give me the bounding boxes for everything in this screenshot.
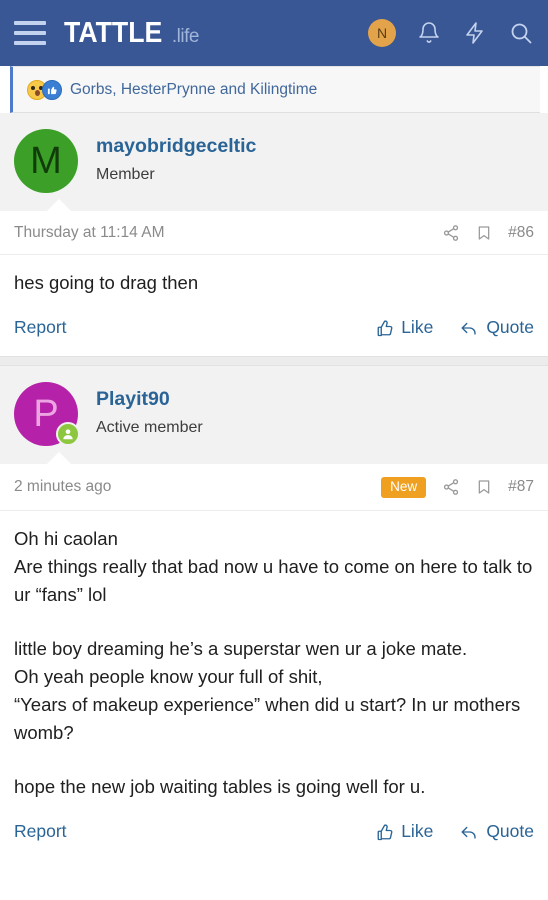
share-icon[interactable] (442, 224, 460, 242)
like-button[interactable]: Like (376, 317, 433, 338)
reaction-emoji-group (27, 79, 62, 100)
new-badge[interactable]: New (381, 477, 427, 498)
speech-notch (46, 199, 72, 212)
post-paragraph: Are things really that bad now u have to… (14, 555, 533, 605)
poster-username[interactable]: mayobridgeceltic (96, 135, 256, 158)
post-paragraph: Oh yeah people know your full of shit, (14, 666, 323, 688)
thumbs-up-emoji (42, 79, 62, 100)
post-paragraph: hope the new job waiting tables is going… (14, 776, 426, 798)
post-timestamp[interactable]: Thursday at 11:14 AM (14, 224, 165, 242)
bookmark-icon[interactable] (476, 478, 492, 496)
post-87: P Playit90 Active member 2 minutes ago N… (0, 366, 548, 861)
avatar-wrapper: P (14, 382, 80, 447)
top-navbar: TATTLE .life N (0, 0, 548, 66)
post-meta-row: 2 minutes ago New #87 (0, 464, 548, 511)
post-body: Oh hi caolan Are things really that bad … (0, 511, 548, 808)
navbar-actions: N (368, 19, 534, 47)
post-meta-actions: #86 (442, 224, 534, 242)
report-button[interactable]: Report (14, 317, 67, 338)
like-button[interactable]: Like (376, 821, 433, 842)
post-header: M mayobridgeceltic Member (0, 113, 548, 212)
poster-username[interactable]: Playit90 (96, 388, 170, 411)
post-body: hes going to drag then (0, 255, 548, 303)
hamburger-menu-icon[interactable] (14, 21, 46, 45)
post-footer: Report Like Quote (0, 303, 548, 356)
brand-name: TATTLE (64, 16, 163, 49)
post-paragraph: Oh hi caolan (14, 527, 118, 549)
site-logo[interactable]: TATTLE .life (64, 17, 199, 50)
post-separator (0, 356, 548, 367)
post-timestamp[interactable]: 2 minutes ago (14, 478, 111, 496)
quote-button[interactable]: Quote (459, 821, 534, 842)
post-paragraph: “Years of makeup experience” when did u … (14, 694, 521, 744)
bookmark-icon[interactable] (476, 224, 492, 242)
like-label: Like (401, 317, 434, 338)
lightning-bolt-icon[interactable] (462, 20, 488, 46)
post-meta-actions: New #87 (381, 477, 534, 498)
post-number[interactable]: #87 (508, 478, 534, 496)
post-86: M mayobridgeceltic Member Thursday at 11… (0, 113, 548, 357)
poster-meta: Playit90 Active member (96, 382, 203, 437)
report-button[interactable]: Report (14, 821, 67, 842)
reaction-strip: Gorbs, HesterPrynne and Kilingtime (10, 66, 540, 113)
post-paragraph: hes going to drag then (14, 272, 199, 293)
avatar[interactable]: N (368, 19, 396, 47)
quote-label: Quote (486, 821, 534, 842)
post-meta-row: Thursday at 11:14 AM #86 (0, 211, 548, 255)
post-footer: Report Like Quote (0, 807, 548, 860)
post-paragraph: little boy dreaming he’s a superstar wen… (14, 637, 468, 659)
speech-notch (46, 452, 72, 466)
like-label: Like (401, 821, 434, 842)
reaction-names[interactable]: Gorbs, HesterPrynne and Kilingtime (70, 81, 317, 99)
poster-user-title: Active member (96, 419, 203, 437)
poster-meta: mayobridgeceltic Member (96, 129, 256, 184)
post-number[interactable]: #86 (508, 224, 534, 242)
quote-label: Quote (486, 317, 534, 338)
share-icon[interactable] (442, 478, 460, 496)
brand-suffix: .life (171, 25, 200, 47)
poster-user-title: Member (96, 166, 155, 183)
quote-button[interactable]: Quote (459, 317, 534, 338)
online-status-icon (56, 422, 80, 447)
post-header: P Playit90 Active member (0, 366, 548, 466)
avatar[interactable]: M (14, 129, 78, 193)
post-footer-actions: Like Quote (376, 317, 534, 338)
avatar-wrapper: M (14, 129, 78, 193)
search-icon[interactable] (508, 20, 534, 46)
bell-icon[interactable] (416, 20, 442, 46)
post-footer-actions: Like Quote (376, 821, 534, 842)
